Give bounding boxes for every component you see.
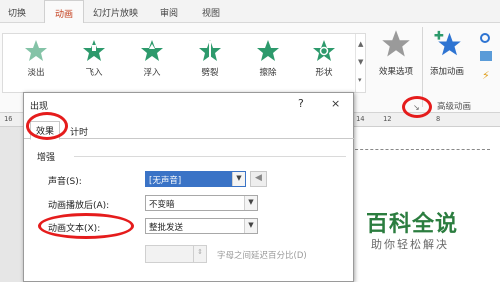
animation-label: 浮入 <box>143 68 161 78</box>
animation-star-icon <box>313 40 335 61</box>
ribbon-separator <box>422 27 423 107</box>
after-animation-select[interactable]: 不变暗 ▼ <box>145 195 258 211</box>
close-icon[interactable]: × <box>331 97 340 110</box>
dialog-title: 出现 <box>30 102 49 112</box>
animation-pane-icon[interactable] <box>480 33 490 43</box>
gallery-more-icon[interactable]: ▾ <box>358 76 362 84</box>
animation-label: 飞入 <box>85 68 103 78</box>
after-animation-value: 不变暗 <box>149 200 175 210</box>
animation-float-in[interactable]: 浮入 <box>121 34 183 92</box>
placeholder-border <box>350 149 490 150</box>
animation-star-icon <box>199 40 221 61</box>
tab-timing[interactable]: 计时 <box>64 123 94 140</box>
chevron-down-icon[interactable]: ▼ <box>244 196 257 210</box>
sound-value: [无声音] <box>149 176 182 186</box>
dialog-tab-strip: 效果 计时 <box>24 119 355 140</box>
animate-text-select[interactable]: 整批发送 ▼ <box>145 218 258 234</box>
animation-label: 劈裂 <box>201 68 219 78</box>
speaker-icon[interactable]: ◀ <box>250 171 267 187</box>
advanced-group-label: 高级动画 <box>437 102 472 112</box>
after-animation-label: 动画播放后(A): <box>48 201 110 211</box>
effect-options-button[interactable]: 效果选项 <box>372 29 420 77</box>
animation-label: 形状 <box>315 68 333 78</box>
tab-view[interactable]: 视图 <box>202 6 220 22</box>
animation-star-icon <box>25 40 47 61</box>
tab-animations[interactable]: 动画 <box>44 0 84 24</box>
animation-fade-out[interactable]: 淡出 <box>5 34 67 92</box>
tab-review[interactable]: 审阅 <box>160 6 178 22</box>
chevron-down-icon[interactable]: ▼ <box>244 219 257 233</box>
sound-label: 声音(S): <box>48 177 82 187</box>
delay-percent-label: 字母之间延迟百分比(D) <box>217 251 307 261</box>
animation-star-icon <box>257 40 279 61</box>
animation-split[interactable]: 劈裂 <box>179 34 241 92</box>
animation-label: 淡出 <box>27 68 45 78</box>
tab-transitions[interactable]: 切换 <box>8 6 26 22</box>
gallery-up-icon[interactable]: ▲ <box>358 40 363 48</box>
annotation-ellipse-effect-tab <box>26 112 68 140</box>
animate-text-value: 整批发送 <box>149 223 184 233</box>
animation-label: 擦除 <box>259 68 277 78</box>
appear-effect-dialog: 出现 ? × 效果 计时 增强 声音(S): [无声音] ▼ ◀ 动画播放后(A… <box>23 92 355 282</box>
watermark-subtitle: 助你轻松解决 <box>371 238 449 251</box>
animation-fly-in[interactable]: 飞入 <box>63 34 125 92</box>
spinner-arrows-icon[interactable]: ⇕ <box>193 246 206 262</box>
animation-gallery: 淡出 飞入 浮入 劈裂 擦除 形状 ▲ ▼ ▾ <box>2 33 366 93</box>
gallery-down-icon[interactable]: ▼ <box>358 58 363 66</box>
group-divider <box>74 156 346 157</box>
annotation-ellipse-animate-text <box>38 213 134 239</box>
add-animation-icon <box>434 30 461 56</box>
enhancements-group-label: 增强 <box>37 153 56 163</box>
animation-wipe[interactable]: 擦除 <box>237 34 299 92</box>
delay-percent-spinner[interactable]: ⇕ <box>145 245 207 263</box>
add-animation-button[interactable]: 添加动画 <box>424 29 470 77</box>
chevron-down-icon[interactable]: ▼ <box>232 172 245 186</box>
effect-options-star-icon <box>382 30 410 57</box>
gallery-scroll[interactable]: ▲ ▼ ▾ <box>355 34 367 92</box>
painter-icon[interactable]: ⚡ <box>482 69 490 82</box>
ribbon-tab-bar: 切换 动画 幻灯片放映 审阅 视图 <box>0 0 500 24</box>
animation-side-tools[interactable]: ⚡ <box>476 31 500 91</box>
animation-star-icon <box>83 40 105 61</box>
sound-select[interactable]: [无声音] ▼ <box>145 171 246 187</box>
help-icon[interactable]: ? <box>298 97 304 110</box>
animation-star-icon <box>141 40 163 61</box>
trigger-icon[interactable] <box>480 51 492 61</box>
tab-slideshow[interactable]: 幻灯片放映 <box>93 6 138 22</box>
slide-canvas[interactable] <box>340 127 500 282</box>
watermark-title: 百科全说 <box>366 212 459 237</box>
annotation-ellipse-launcher <box>402 96 432 118</box>
animation-shape[interactable]: 形状 <box>293 34 355 92</box>
powerpoint-window: 切换 动画 幻灯片放映 审阅 视图 淡出 飞入 浮入 劈裂 擦除 形状 ▲ ▼ … <box>0 0 500 282</box>
